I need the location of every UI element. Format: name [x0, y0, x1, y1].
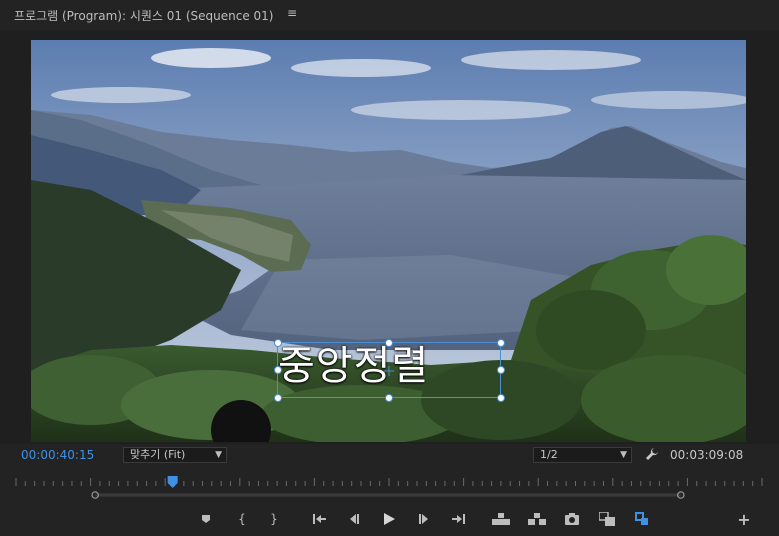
resize-handle-top[interactable] — [385, 339, 393, 347]
zoom-level-value: 맞추기 (Fit) — [130, 448, 186, 461]
time-ruler[interactable] — [14, 476, 764, 488]
lift-icon[interactable] — [491, 509, 511, 529]
go-to-in-icon[interactable] — [310, 509, 330, 529]
resize-handle-top-left[interactable] — [274, 339, 282, 347]
export-frame-icon[interactable] — [562, 509, 582, 529]
resize-handle-bottom-right[interactable] — [497, 394, 505, 402]
resize-handle-top-right[interactable] — [497, 339, 505, 347]
mark-in-icon[interactable]: { — [232, 509, 252, 529]
mark-out-icon[interactable]: } — [264, 509, 284, 529]
current-timecode[interactable]: 00:00:40:15 — [21, 448, 94, 462]
zoom-level-select[interactable]: 맞추기 (Fit) ▼ — [123, 447, 227, 463]
resolution-value: 1/2 — [540, 448, 558, 461]
transport-controls: { } + — [0, 509, 779, 529]
resize-handle-right[interactable] — [497, 366, 505, 374]
duration-timecode: 00:03:09:08 — [670, 448, 744, 462]
comparison-view-icon[interactable] — [597, 509, 617, 529]
step-back-icon[interactable] — [344, 509, 364, 529]
chevron-down-icon: ▼ — [215, 450, 222, 460]
resize-handle-bottom-left[interactable] — [274, 394, 282, 402]
anchor-point-icon[interactable] — [384, 366, 394, 376]
extract-icon[interactable] — [527, 509, 547, 529]
button-editor-icon[interactable]: + — [734, 509, 754, 529]
playback-resolution-select[interactable]: 1/2 ▼ — [533, 447, 632, 463]
step-forward-icon[interactable] — [414, 509, 434, 529]
add-marker-icon[interactable] — [196, 509, 216, 529]
loop-icon[interactable] — [632, 509, 652, 529]
playhead-marker[interactable] — [167, 476, 178, 488]
play-icon[interactable] — [379, 509, 399, 529]
zoom-scroll-bar[interactable] — [18, 491, 758, 499]
panel-header: 프로그램 (Program): 시퀀스 01 (Sequence 01) ≡ — [0, 0, 779, 28]
panel-title[interactable]: 프로그램 (Program): 시퀀스 01 (Sequence 01) — [14, 7, 273, 24]
go-to-out-icon[interactable] — [448, 509, 468, 529]
resize-handle-left[interactable] — [274, 366, 282, 374]
chevron-down-icon: ▼ — [620, 450, 627, 460]
resize-handle-bottom[interactable] — [385, 394, 393, 402]
wrench-icon[interactable] — [645, 447, 659, 461]
hamburger-icon[interactable]: ≡ — [287, 6, 297, 20]
